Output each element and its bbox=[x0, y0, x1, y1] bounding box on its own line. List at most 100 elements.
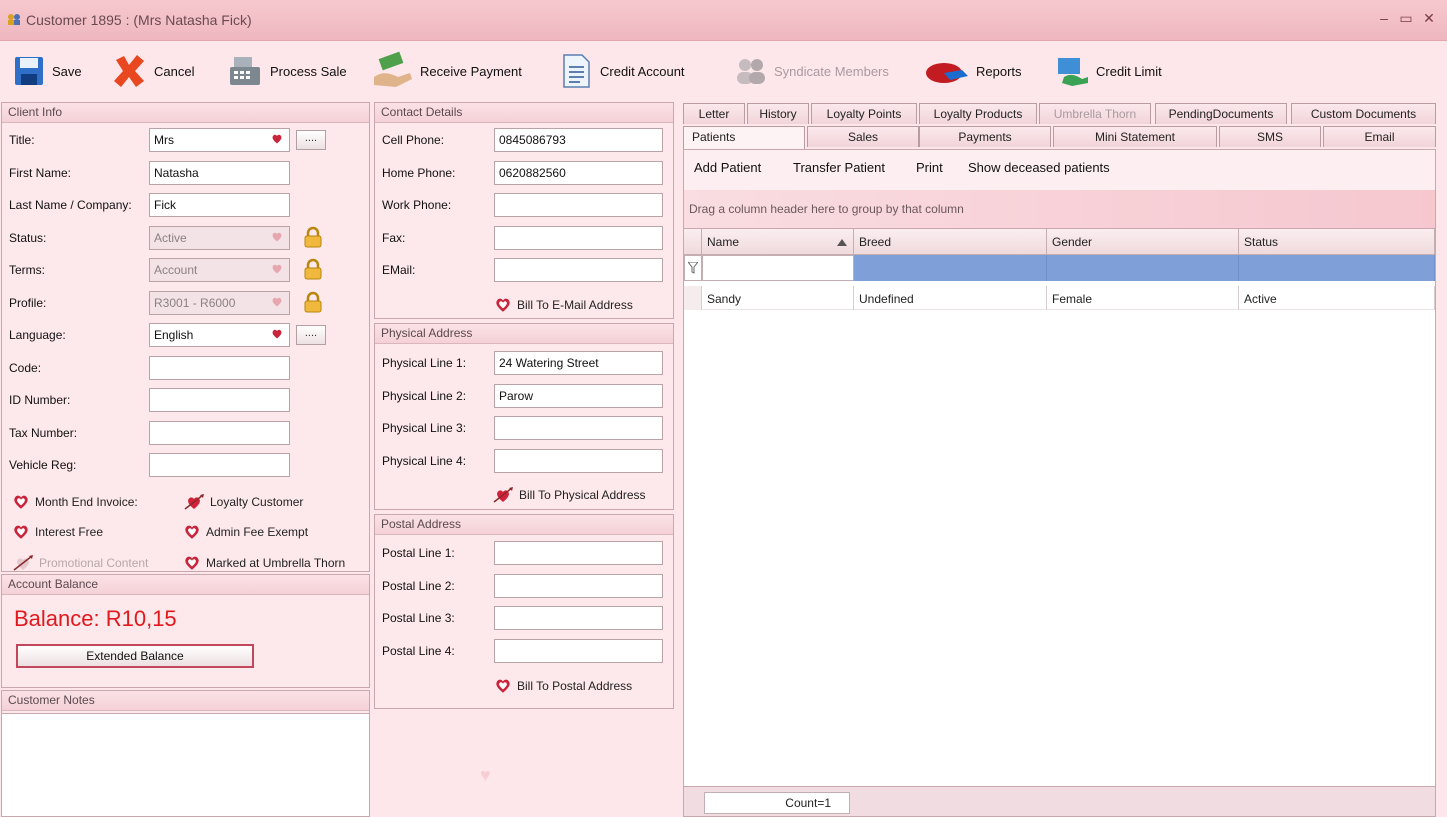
column-header-status[interactable]: Status bbox=[1239, 229, 1435, 255]
column-header-label: Breed bbox=[859, 235, 892, 249]
terms-field[interactable]: Account bbox=[149, 258, 290, 282]
contact-details-bill-to-checkbox[interactable]: Bill To E-Mail Address bbox=[494, 296, 633, 314]
physical-line-1-field[interactable]: 24 Watering Street bbox=[494, 351, 663, 375]
first-name-field[interactable]: Natasha bbox=[149, 160, 290, 185]
cell-phone-field[interactable]: 0845086793 bbox=[494, 128, 663, 152]
tab-sales[interactable]: Sales bbox=[807, 126, 919, 147]
admin-fee-exempt-checkbox-label: Admin Fee Exempt bbox=[206, 525, 309, 539]
filter-row-indicator[interactable] bbox=[684, 255, 702, 281]
physical-line-2-field[interactable]: Parow bbox=[494, 383, 663, 408]
email-field[interactable] bbox=[494, 258, 663, 282]
tab-loyalty-products[interactable]: Loyalty Products bbox=[919, 103, 1037, 124]
title-bar[interactable]: Customer 1895 : (Mrs Natasha Fick) – ▭ ✕ bbox=[0, 0, 1447, 41]
language-field[interactable]: English bbox=[149, 323, 290, 347]
column-header-name[interactable]: Name bbox=[702, 229, 854, 255]
filter-cell-breed[interactable] bbox=[854, 255, 1047, 281]
filter-cell-status[interactable] bbox=[1239, 255, 1435, 281]
work-phone-field[interactable] bbox=[494, 193, 663, 217]
postal-line-4-label: Postal Line 4: bbox=[382, 643, 455, 658]
postal-line-2-field[interactable] bbox=[494, 573, 663, 598]
bill-to-label: Bill To Postal Address bbox=[517, 679, 633, 693]
month-end-invoice-checkbox[interactable]: Month End Invoice: bbox=[12, 493, 138, 511]
physical-line-3-field[interactable] bbox=[494, 416, 663, 440]
id-number-field[interactable] bbox=[149, 388, 290, 412]
profile-lock-button[interactable] bbox=[302, 291, 324, 313]
cell-breed[interactable]: Undefined bbox=[854, 286, 1047, 310]
minimize-button[interactable]: – bbox=[1375, 10, 1393, 26]
postal-line-4-field[interactable] bbox=[494, 638, 663, 663]
show-deceased-patients-button[interactable]: Show deceased patients bbox=[968, 160, 1110, 175]
column-header-gender[interactable]: Gender bbox=[1047, 229, 1239, 255]
cell-status[interactable]: Active bbox=[1239, 286, 1435, 310]
tab-sms[interactable]: SMS bbox=[1219, 126, 1321, 147]
column-header-breed[interactable]: Breed bbox=[854, 229, 1047, 255]
save-button[interactable]: Save bbox=[12, 49, 82, 93]
physical-line-4-field[interactable] bbox=[494, 448, 663, 473]
grid-status-bar: Count=1 bbox=[684, 786, 1435, 816]
home-phone-field[interactable]: 0620882560 bbox=[494, 160, 663, 185]
cancel-button[interactable]: Cancel bbox=[110, 49, 194, 93]
terms-lock-button[interactable] bbox=[302, 258, 324, 280]
close-button[interactable]: ✕ bbox=[1420, 10, 1438, 27]
vehicle-reg-field[interactable] bbox=[149, 453, 290, 477]
cell-gender[interactable]: Female bbox=[1047, 286, 1239, 310]
marked-at-umbrella-thorn-checkbox[interactable]: Marked at Umbrella Thorn bbox=[183, 554, 345, 572]
reports-button[interactable]: Reports bbox=[924, 49, 1022, 93]
tab-history[interactable]: History bbox=[747, 103, 809, 124]
tab-payments[interactable]: Payments bbox=[919, 126, 1051, 147]
customer-notes-textarea[interactable] bbox=[1, 713, 370, 817]
tab-pendingdocuments[interactable]: PendingDocuments bbox=[1155, 103, 1287, 124]
syndicate-members-button[interactable]: Syndicate Members bbox=[734, 49, 889, 93]
group-by-panel[interactable]: Drag a column header here to group by th… bbox=[684, 190, 1435, 228]
maximize-button[interactable]: ▭ bbox=[1397, 10, 1415, 27]
admin-fee-exempt-checkbox[interactable]: Admin Fee Exempt bbox=[183, 523, 308, 541]
postal-line-1-label: Postal Line 1: bbox=[382, 546, 455, 560]
cell-name[interactable]: Sandy bbox=[702, 286, 854, 310]
physical-address-bill-to-checkbox[interactable]: Bill To Physical Address bbox=[492, 486, 646, 504]
filter-cell-gender[interactable] bbox=[1047, 255, 1239, 281]
extended-balance-button[interactable]: Extended Balance bbox=[16, 644, 254, 668]
transfer-patient-button[interactable]: Transfer Patient bbox=[793, 160, 885, 175]
title-lookup-button[interactable]: .... bbox=[296, 130, 326, 150]
fax-field[interactable] bbox=[494, 225, 663, 250]
terms-value: Account bbox=[154, 263, 198, 277]
postal-address-bill-to-checkbox[interactable]: Bill To Postal Address bbox=[494, 677, 632, 695]
tab-email[interactable]: Email bbox=[1323, 126, 1436, 147]
code-field[interactable] bbox=[149, 355, 290, 380]
status-field[interactable]: Active bbox=[149, 225, 290, 250]
tab-mini-statement[interactable]: Mini Statement bbox=[1053, 126, 1217, 147]
save-disk-icon bbox=[15, 57, 43, 85]
process-sale-button[interactable]: Process Sale bbox=[226, 49, 347, 93]
tax-number-label: Tax Number: bbox=[9, 425, 78, 440]
row-indicator[interactable] bbox=[684, 286, 702, 310]
promotional-content-checkbox[interactable]: Promotional Content bbox=[12, 554, 148, 572]
process-sale-label: Process Sale bbox=[270, 63, 347, 79]
tab-patients[interactable]: Patients bbox=[683, 126, 805, 149]
interest-free-checkbox[interactable]: Interest Free bbox=[12, 523, 103, 541]
postal-line-3-field[interactable] bbox=[494, 606, 663, 630]
credit-account-label: Credit Account bbox=[600, 63, 685, 79]
postal-line-1-field[interactable] bbox=[494, 541, 663, 565]
tab-loyalty-points[interactable]: Loyalty Points bbox=[811, 103, 917, 124]
credit-limit-button[interactable]: Credit Limit bbox=[1054, 49, 1162, 93]
add-patient-button[interactable]: Add Patient bbox=[694, 160, 761, 175]
receive-payment-button[interactable]: Receive Payment bbox=[372, 49, 522, 93]
table-row[interactable]: Sandy Undefined Female Active bbox=[684, 286, 1435, 310]
title-field[interactable]: Mrs bbox=[149, 128, 290, 152]
last-name-company-field[interactable]: Fick bbox=[149, 193, 290, 217]
vehicle-reg-label: Vehicle Reg: bbox=[9, 458, 77, 472]
tax-number-field[interactable] bbox=[149, 420, 290, 445]
unchecked-heart-icon bbox=[14, 525, 28, 539]
title-label: Title: bbox=[9, 133, 35, 147]
tab-umbrella-thorn[interactable]: Umbrella Thorn bbox=[1039, 103, 1151, 124]
column-header-label: Gender bbox=[1052, 235, 1093, 249]
tab-letter[interactable]: Letter bbox=[683, 103, 745, 124]
language-lookup-button[interactable]: .... bbox=[296, 325, 326, 345]
credit-account-button[interactable]: Credit Account bbox=[558, 49, 685, 93]
status-lock-button[interactable] bbox=[302, 226, 324, 248]
filter-cell-name[interactable] bbox=[702, 255, 854, 281]
loyalty-customer-checkbox[interactable]: Loyalty Customer bbox=[183, 493, 303, 511]
profile-field[interactable]: R3001 - R6000 bbox=[149, 290, 290, 315]
print-button[interactable]: Print bbox=[916, 160, 943, 175]
tab-custom-documents[interactable]: Custom Documents bbox=[1291, 103, 1436, 124]
